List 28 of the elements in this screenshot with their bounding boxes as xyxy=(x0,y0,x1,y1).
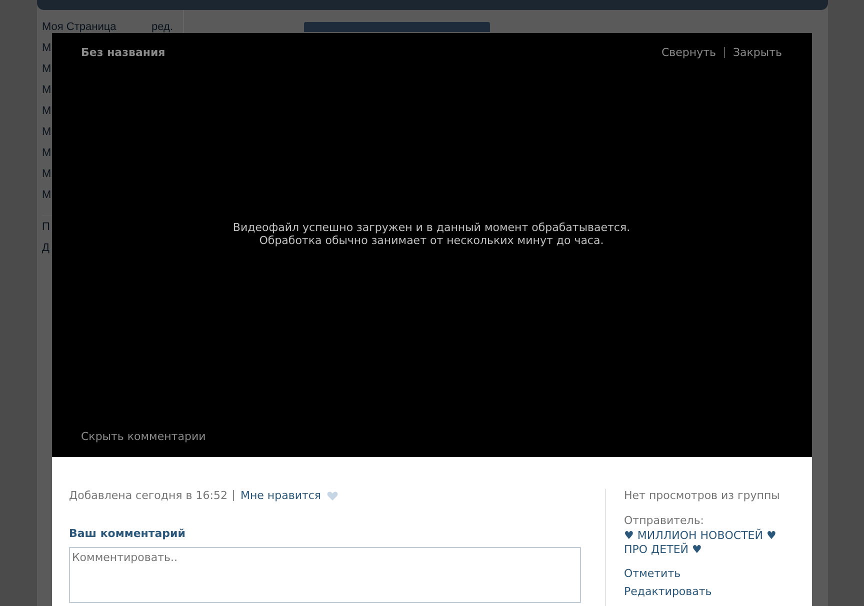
modal-action-link[interactable]: Свернуть xyxy=(661,46,716,58)
sidebar-item[interactable]: М xyxy=(42,64,52,75)
sidebar-item[interactable]: М xyxy=(42,85,52,96)
sidebar-item[interactable]: М xyxy=(42,148,52,159)
sidebar-item[interactable]: Моя Страница xyxy=(42,22,116,33)
action-link[interactable]: Редактировать xyxy=(624,585,712,598)
action-link[interactable]: Отметить xyxy=(624,567,681,580)
sender-label: Отправитель: xyxy=(624,514,706,527)
hide-comments-link[interactable]: Скрыть комментарии xyxy=(81,430,782,457)
views-text: Нет просмотров из группы xyxy=(624,489,781,502)
sidebar-item[interactable]: М xyxy=(42,43,52,54)
sidebar-item[interactable]: П xyxy=(42,222,50,233)
page-button[interactable] xyxy=(304,22,490,32)
heart-icon[interactable] xyxy=(327,490,338,500)
sidebar-item[interactable]: Д xyxy=(42,243,50,254)
modal-action-link[interactable]: Закрыть xyxy=(733,46,782,58)
sender-link[interactable]: ♥ МИЛЛИОН НОВОСТЕЙ ♥ ПРО ДЕТЕЙ ♥ xyxy=(624,529,794,557)
comment-field[interactable]: Комментировать.. xyxy=(69,547,581,603)
edit-link[interactable]: ред. xyxy=(152,22,173,33)
sidebar-item[interactable]: М xyxy=(42,127,52,138)
status-message: Видеофайл успешно загружен и в данный момент обрабатывается. Обработка обычно занимает от нескольких минут до часа. xyxy=(232,220,630,246)
sidebar-item[interactable]: М xyxy=(42,190,52,201)
sidebar-item[interactable]: М xyxy=(42,106,52,117)
sidebar-item[interactable]: М xyxy=(42,169,52,180)
added-date: Добавлена сегодня в 16:52 xyxy=(69,489,228,502)
like-link[interactable]: Мне нравится xyxy=(240,489,322,502)
comment-heading: Ваш комментарий xyxy=(69,527,186,540)
video-title: Без названия xyxy=(81,46,166,58)
